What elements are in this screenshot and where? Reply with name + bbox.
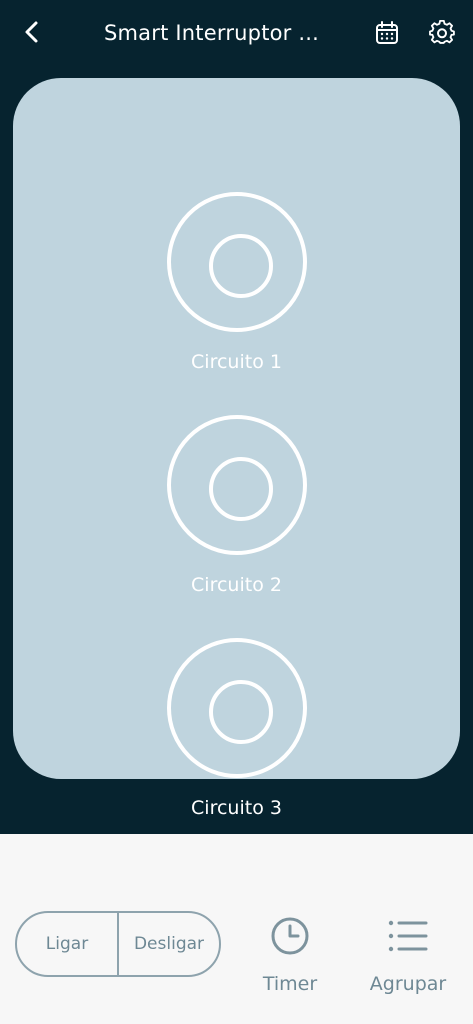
power-button-inner-ring [209,680,273,744]
circuit-1-switch[interactable]: Circuito 1 [143,192,330,382]
group-button[interactable]: Agrupar [362,914,454,996]
power-button-inner-ring [209,234,273,298]
gear-icon [429,20,455,44]
timer-button[interactable]: Timer [250,914,330,996]
list-icon [362,914,454,958]
settings-button[interactable] [424,15,460,51]
circuit-label: Circuito 3 [191,797,282,819]
power-button-icon [167,638,307,778]
on-off-toggle: Ligar Desligar [15,911,221,977]
circuit-label: Circuito 1 [191,351,282,373]
page-title: Smart Interruptor ... [104,21,320,45]
power-button-icon [167,415,307,555]
circuits-panel: Circuito 1 Circuito 2 Circuito 3 [13,78,460,819]
power-button-icon [167,192,307,332]
group-label: Agrupar [369,973,447,995]
top-area: Smart Interruptor ... Circuito 1 Circuit… [0,0,473,834]
turn-on-button[interactable]: Ligar [17,913,117,975]
turn-off-button[interactable]: Desligar [119,913,219,975]
back-arrow-icon [25,21,38,43]
circuit-3-switch[interactable]: Circuito 3 [143,638,330,828]
back-button[interactable] [14,14,50,50]
timer-label: Timer [262,973,318,995]
app-screen: Smart Interruptor ... Circuito 1 Circuit… [0,0,473,1024]
circuit-2-switch[interactable]: Circuito 2 [143,415,330,605]
bottom-toolbar: Ligar Desligar Timer Agrupar [0,834,473,1024]
app-header: Smart Interruptor ... [0,0,473,66]
calendar-button[interactable] [370,16,404,50]
clock-icon [250,914,330,958]
circuit-label: Circuito 2 [191,574,282,596]
power-button-inner-ring [209,457,273,521]
calendar-icon [376,21,398,44]
